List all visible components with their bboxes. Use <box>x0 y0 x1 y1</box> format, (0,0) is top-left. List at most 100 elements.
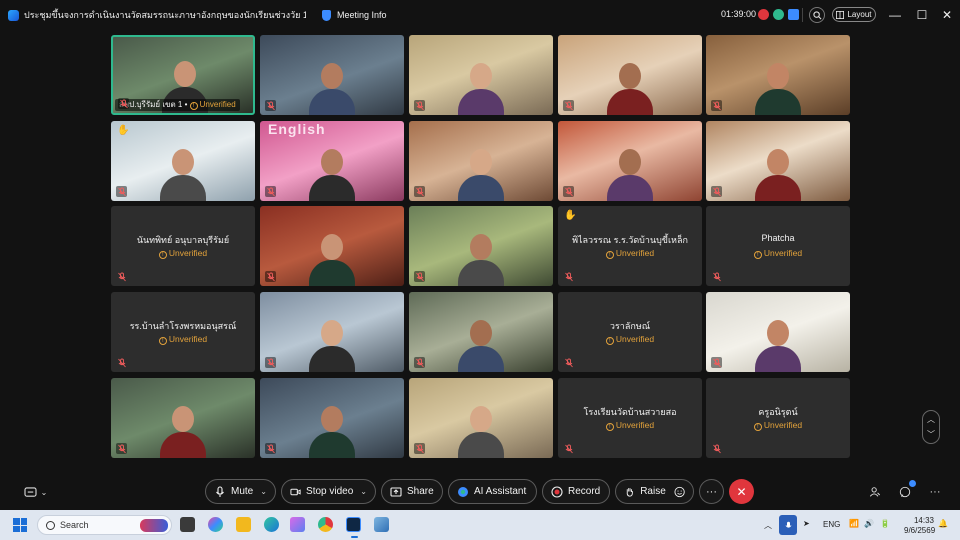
chat-icon[interactable] <box>897 480 916 500</box>
security-indicator-icon[interactable] <box>773 9 784 20</box>
participant-tile[interactable] <box>260 292 404 372</box>
more-icon: ··· <box>706 485 717 498</box>
ai-assistant-button[interactable]: AI Assistant <box>448 479 537 504</box>
edge-browser-icon[interactable] <box>264 517 279 532</box>
wifi-icon[interactable]: 📶 <box>849 519 859 528</box>
record-button[interactable]: Record <box>542 479 610 504</box>
more-options-button[interactable]: ··· <box>699 479 724 504</box>
unverified-label: Unverified <box>763 248 803 258</box>
chat-notification-badge <box>909 480 916 487</box>
muted-microphone-icon <box>711 186 722 197</box>
participant-tile[interactable] <box>558 121 702 201</box>
participant-tile[interactable] <box>260 206 404 286</box>
taskbar-clock[interactable]: 14:33 9/6/2569 <box>904 516 935 536</box>
participant-tile[interactable]: วราลักษณ์! Unverified <box>558 292 702 372</box>
participant-tile[interactable] <box>409 292 553 372</box>
mute-button[interactable]: Mute ⌄ <box>205 479 276 504</box>
battery-icon[interactable]: 🔋 <box>880 519 890 528</box>
participant-tile[interactable]: โรงเรียนวัดบ้านสวายสอ! Unverified <box>558 378 702 458</box>
participant-tile[interactable] <box>111 378 255 458</box>
grid-scroll-control[interactable]: ︿ ﹀ <box>922 410 940 444</box>
unverified-label: Unverified <box>168 248 208 258</box>
chrome-icon[interactable] <box>318 517 333 532</box>
chevron-down-icon[interactable]: ⌄ <box>360 487 367 496</box>
participant-tile[interactable]: สพป.บุรีรัมย์ เขต 1 • ! Unverified <box>111 35 255 115</box>
shield-icon[interactable] <box>322 9 331 21</box>
participant-video <box>160 141 206 201</box>
tray-overflow-icon[interactable]: ︿ <box>764 520 772 531</box>
participant-tile[interactable]: ✋ <box>111 121 255 201</box>
participant-tile[interactable]: นันทพิทย์ อนุบาลบุรีรัมย์! Unverified <box>111 206 255 286</box>
webex-app-icon[interactable] <box>346 517 361 538</box>
stop-video-button[interactable]: Stop video ⌄ <box>281 479 376 504</box>
copilot-icon[interactable] <box>208 517 223 532</box>
unverified-status: ! Unverified <box>111 248 255 259</box>
participant-tile[interactable] <box>706 292 850 372</box>
warning-icon: ! <box>605 423 614 431</box>
participant-video <box>309 141 355 201</box>
unverified-status: ! Unverified <box>558 248 702 259</box>
maximize-button[interactable]: ☐ <box>915 7 929 23</box>
chevron-down-icon[interactable]: ﹀ <box>927 429 935 440</box>
participant-tile[interactable]: ✋ พิไลวรรณ ร.ร.วัดบ้านบุขี้เหล็ก! Unverifi… <box>558 206 702 286</box>
file-explorer-icon[interactable] <box>236 517 251 532</box>
participant-tile[interactable] <box>409 206 553 286</box>
muted-microphone-icon <box>116 186 127 197</box>
notification-bell-icon[interactable]: 🔔 <box>938 519 948 528</box>
layout-button[interactable]: Layout <box>832 7 876 22</box>
task-view-icon[interactable] <box>180 517 195 532</box>
unverified-status: ! Unverified <box>111 334 255 345</box>
participant-tile[interactable] <box>409 378 553 458</box>
participant-tile[interactable]: รร.บ้านลำโรงพรหมอนุสรณ์! Unverified <box>111 292 255 372</box>
participant-tile[interactable] <box>706 121 850 201</box>
participant-tile[interactable]: English <box>260 121 404 201</box>
participant-tile[interactable] <box>409 121 553 201</box>
search-highlight-icon <box>140 519 168 532</box>
stop-video-label: Stop video <box>306 486 354 497</box>
tray-microphone-icon[interactable] <box>779 515 797 535</box>
participant-tile[interactable] <box>260 378 404 458</box>
volume-icon[interactable]: 🔊 <box>864 519 874 528</box>
muted-microphone-icon <box>265 357 276 368</box>
input-language[interactable]: ENG <box>823 520 840 529</box>
muted-microphone-icon <box>711 357 722 368</box>
zoom-icon[interactable] <box>809 7 825 23</box>
unverified-label: Unverified <box>168 334 208 344</box>
muted-microphone-icon <box>265 186 276 197</box>
muted-microphone-icon <box>563 443 574 454</box>
raise-hand-button[interactable]: Raise <box>615 479 694 504</box>
leave-meeting-button[interactable]: ✕ <box>729 479 754 504</box>
unverified-label: Unverified <box>199 100 236 109</box>
chevron-down-icon[interactable]: ⌄ <box>260 487 267 496</box>
muted-microphone-icon <box>414 186 425 197</box>
more-panel-icon[interactable]: ··· <box>927 484 943 500</box>
minimize-button[interactable]: — <box>888 7 902 23</box>
participants-icon[interactable] <box>867 484 883 500</box>
muted-microphone-icon <box>414 100 425 111</box>
participant-tile[interactable] <box>706 35 850 115</box>
participant-tile[interactable] <box>558 35 702 115</box>
tray-location-icon[interactable]: ➤ <box>803 519 810 528</box>
app-badge-icon[interactable] <box>788 9 799 20</box>
muted-microphone-icon <box>118 98 129 109</box>
participant-tile[interactable] <box>260 35 404 115</box>
participant-tile[interactable]: Phatcha! Unverified <box>706 206 850 286</box>
meeting-timer: 01:39:00 <box>721 9 757 19</box>
captions-chevron-icon[interactable]: ⌄ <box>36 484 52 500</box>
participant-tile[interactable]: ครูอนิรุตน์! Unverified <box>706 378 850 458</box>
muted-microphone-icon <box>414 271 425 282</box>
chevron-up-icon[interactable]: ︿ <box>927 414 935 425</box>
meeting-info-link[interactable]: Meeting Info <box>337 10 387 20</box>
close-window-button[interactable]: ✕ <box>940 7 954 23</box>
recording-indicator-icon[interactable] <box>758 9 769 20</box>
media-player-icon[interactable] <box>290 517 305 532</box>
windows-start-icon[interactable] <box>13 518 27 532</box>
muted-microphone-icon <box>563 357 574 368</box>
unverified-status: ! Unverified <box>558 334 702 345</box>
reactions-icon[interactable] <box>674 486 685 498</box>
participant-tile[interactable] <box>409 35 553 115</box>
hand-icon <box>626 487 633 497</box>
photos-icon[interactable] <box>374 517 389 532</box>
taskbar-search-input[interactable]: Search <box>37 515 172 535</box>
share-button[interactable]: Share <box>381 479 443 504</box>
